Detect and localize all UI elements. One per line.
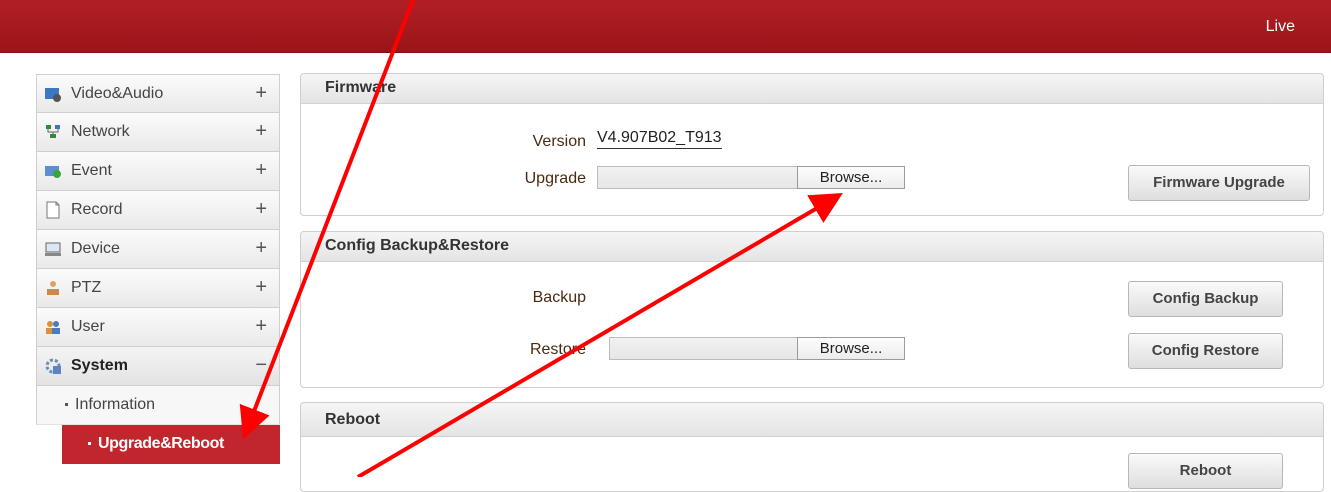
device-icon [43,239,63,259]
version-label: Version [532,133,586,150]
video-audio-icon [43,84,63,104]
sidebar-item-label: Device [71,240,120,257]
event-icon [43,161,63,181]
firmware-browse-button[interactable]: Browse... [797,166,905,189]
sidebar-item-label: Network [71,123,130,140]
expand-icon[interactable]: + [255,82,267,105]
sidebar-item-record[interactable]: Record + [36,191,280,230]
system-icon [43,356,63,376]
firmware-panel: Firmware Version V4.907B02_T913 Upgrade … [300,73,1324,216]
expand-icon[interactable]: + [255,237,267,260]
config-file-input[interactable] [609,337,799,360]
version-value: V4.907B02_T913 [597,129,722,149]
panel-title: Reboot [301,403,1323,437]
restore-label: Restore [529,341,586,358]
live-link[interactable]: Live [1266,18,1295,36]
firmware-file-input[interactable] [597,166,799,189]
config-backup-button[interactable]: Config Backup [1128,281,1283,317]
expand-icon[interactable]: + [255,120,267,143]
config-browse-button[interactable]: Browse... [797,337,905,360]
ptz-icon [43,278,63,298]
backup-label: Backup [532,289,586,306]
network-icon [43,122,63,142]
reboot-button[interactable]: Reboot [1128,453,1283,489]
sidebar-item-event[interactable]: Event + [36,152,280,191]
config-restore-button[interactable]: Config Restore [1128,333,1283,369]
sidebar-subitem-information[interactable]: Information [36,386,280,425]
record-icon [43,200,63,220]
reboot-panel: Reboot Reboot [300,402,1324,492]
sidebar-item-label: Record [71,201,123,218]
sidebar-item-device[interactable]: Device + [36,230,280,269]
sidebar-subitem-label: Upgrade&Reboot [98,435,224,452]
sidebar-subitem-label: Information [75,396,156,413]
panel-title: Firmware [301,74,1323,104]
expand-icon[interactable]: + [255,198,267,221]
sidebar-item-label: Video&Audio [71,85,164,102]
expand-icon[interactable]: + [255,315,267,338]
panel-title: Config Backup&Restore [301,232,1323,262]
bullet-icon [88,442,91,445]
sidebar-item-label: System [71,357,128,374]
top-bar: Live [0,0,1331,53]
expand-icon[interactable]: + [255,276,267,299]
sidebar-item-ptz[interactable]: PTZ + [36,269,280,308]
sidebar-item-video-audio[interactable]: Video&Audio + [36,74,280,113]
sidebar-item-user[interactable]: User + [36,308,280,347]
upgrade-label: Upgrade [524,170,586,187]
config-panel: Config Backup&Restore Backup Config Back… [300,231,1324,388]
collapse-icon[interactable]: − [255,354,267,377]
sidebar-item-network[interactable]: Network + [36,113,280,152]
sidebar-subitem-upgrade-reboot[interactable]: Upgrade&Reboot [62,425,280,464]
sidebar-item-label: User [71,318,105,335]
expand-icon[interactable]: + [255,159,267,182]
sidebar-item-system[interactable]: System − [36,347,280,386]
sidebar-item-label: PTZ [71,279,102,296]
firmware-upgrade-button[interactable]: Firmware Upgrade [1128,165,1310,201]
sidebar: Video&Audio + Network + Event + Record +… [36,74,280,464]
bullet-icon [65,403,68,406]
sidebar-item-label: Event [71,162,112,179]
user-icon [43,317,63,337]
